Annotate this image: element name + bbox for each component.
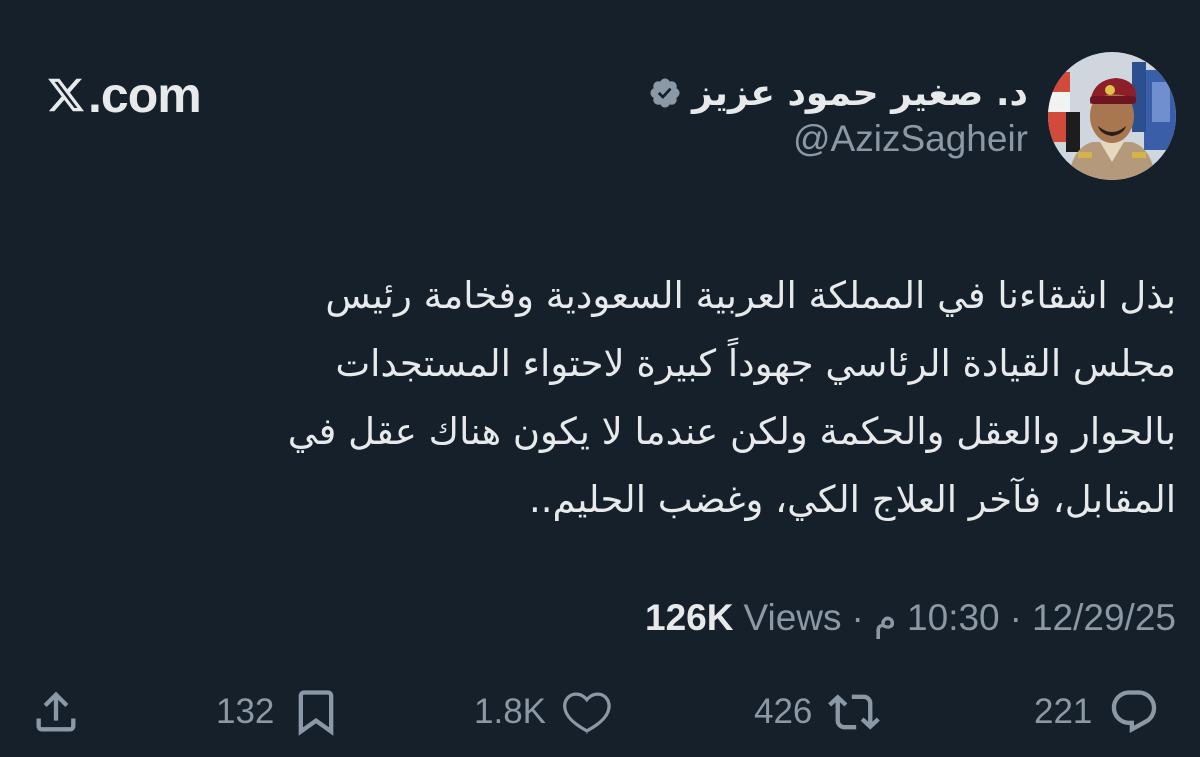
action-bar: 132 1.8K 426 221 xyxy=(0,680,1200,744)
retweet-icon xyxy=(828,694,881,730)
reply-icon xyxy=(1112,690,1157,734)
brand-text: .com xyxy=(88,67,202,123)
tweet-time[interactable]: 10:30 م xyxy=(874,596,1000,639)
author-handle[interactable]: @AzizSagheir xyxy=(648,118,1028,160)
views-label: Views xyxy=(743,596,842,638)
tweet-author[interactable]: د. صغير حمود عزيز @AzizSagheir xyxy=(648,52,1176,180)
share-button[interactable] xyxy=(30,680,82,744)
meta-separator: · xyxy=(1009,596,1022,638)
like-count: 1.8K xyxy=(474,692,546,731)
bookmark-icon xyxy=(299,690,334,736)
display-name-row: د. صغير حمود عزيز xyxy=(648,73,1028,114)
reply-count: 221 xyxy=(1034,692,1093,731)
bookmark-count: 132 xyxy=(216,692,275,731)
bookmark-button[interactable]: 132 xyxy=(216,680,342,744)
like-button[interactable]: 1.8K xyxy=(474,680,614,744)
meta-separator: · xyxy=(851,596,864,638)
avatar-image xyxy=(1048,52,1176,180)
share-icon xyxy=(36,691,76,732)
tweet-meta: 126K Views · 10:30 م · 12/29/25 xyxy=(645,596,1176,639)
verified-badge-icon xyxy=(650,78,680,108)
reply-button[interactable]: 221 xyxy=(1034,680,1160,744)
avatar[interactable] xyxy=(1048,52,1176,180)
tweet-date[interactable]: 12/29/25 xyxy=(1032,597,1176,639)
x-logo-icon xyxy=(48,78,85,112)
retweet-count: 426 xyxy=(754,692,813,731)
author-display-name[interactable]: د. صغير حمود عزيز xyxy=(692,73,1028,114)
author-names: د. صغير حمود عزيز @AzizSagheir xyxy=(648,73,1028,160)
heart-icon xyxy=(563,692,611,734)
brand-logo: .com xyxy=(46,66,202,124)
tweet-text: بذل اشقاءنا في المملكة العربية السعودية … xyxy=(287,274,1176,521)
retweet-button[interactable]: 426 xyxy=(754,680,881,744)
views-count[interactable]: 126K xyxy=(645,597,733,639)
